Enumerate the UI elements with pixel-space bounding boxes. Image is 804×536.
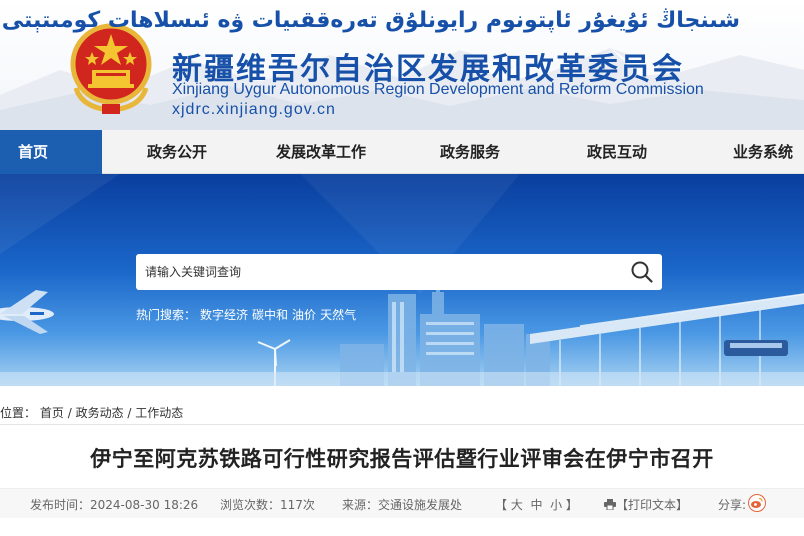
hot-search-label: 热门搜索： <box>136 308 197 322</box>
font-size-controls[interactable]: 【 大 中 小 】 <box>495 496 578 513</box>
nav-item-home[interactable]: 首页 <box>0 130 102 174</box>
publish-time: 发布时间：2024-08-30 18:26 <box>30 496 198 513</box>
breadcrumb-home[interactable]: 首页 <box>40 406 64 420</box>
breadcrumb-separator: / <box>127 406 132 420</box>
share-label: 分享: <box>718 498 747 512</box>
hot-search: 热门搜索： 数字经济 碳中和 油价 天然气 <box>136 306 360 323</box>
print-button[interactable]: 【打印文本】 <box>604 496 688 513</box>
divider <box>0 424 804 425</box>
hot-keyword-oil-price[interactable]: 油价 <box>292 308 316 322</box>
printer-icon <box>604 499 616 511</box>
main-nav: 首页 政务公开 发展改革工作 政务服务 政民互动 业务系统 <box>0 130 804 174</box>
hot-keyword-natural-gas[interactable]: 天然气 <box>320 308 356 322</box>
site-title-english: Xinjiang Uygur Autonomous Region Develop… <box>172 81 704 98</box>
nav-item-services[interactable]: 政务服务 <box>440 130 500 174</box>
publish-time-label: 发布时间： <box>30 498 91 512</box>
view-count-label: 浏览次数： <box>220 498 281 512</box>
source-value: 交通设施发展处 <box>378 498 463 512</box>
breadcrumb-separator: / <box>67 406 72 420</box>
article-meta-bar: 发布时间：2024-08-30 18:26 浏览次数：117次 来源：交通设施发… <box>0 488 804 518</box>
print-label: 【打印文本】 <box>616 498 689 512</box>
search-input[interactable] <box>136 254 616 290</box>
search-icon[interactable] <box>630 260 654 284</box>
airplane-icon <box>0 290 54 334</box>
search-banner: 热门搜索：数字经济碳中和油价天然气 <box>0 174 804 386</box>
search-box <box>136 254 662 290</box>
hot-keyword-carbon-neutral[interactable]: 碳中和 <box>252 308 288 322</box>
national-emblem-icon <box>70 23 152 114</box>
breadcrumb-work-news[interactable]: 工作动态 <box>135 406 183 420</box>
breadcrumb-prefix: 位置： <box>0 406 37 420</box>
weibo-share-icon[interactable] <box>748 494 766 512</box>
view-count: 浏览次数：117次 <box>220 496 315 513</box>
nav-item-government-affairs[interactable]: 政务公开 <box>147 130 207 174</box>
breadcrumb-government-news[interactable]: 政务动态 <box>76 406 124 420</box>
publish-time-value: 2024-08-30 18:26 <box>90 498 199 512</box>
article-source: 来源：交通设施发展处 <box>342 496 462 513</box>
breadcrumb: 位置： 首页 / 政务动态 / 工作动态 <box>0 404 183 421</box>
site-url: xjdrc.xinjiang.gov.cn <box>172 101 336 118</box>
nav-item-reform-work[interactable]: 发展改革工作 <box>276 130 366 174</box>
nav-item-business-systems[interactable]: 业务系统 <box>733 130 793 174</box>
source-label: 来源： <box>342 498 379 512</box>
view-count-value: 117次 <box>280 498 315 512</box>
site-title-uyghur: شىنجاڭ ئۇيغۇر ئاپتونوم رايونلۇق تەرەققىي… <box>1 8 740 33</box>
hot-keyword-digital-economy[interactable]: 数字经济 <box>200 308 248 322</box>
article-title: 伊宁至阿克苏铁路可行性研究报告评估暨行业评审会在伊宁市召开 <box>90 447 714 471</box>
nav-item-interaction[interactable]: 政民互动 <box>587 130 647 174</box>
site-header: شىنجاڭ ئۇيغۇر ئاپتونوم رايونلۇق تەرەققىي… <box>0 0 804 130</box>
